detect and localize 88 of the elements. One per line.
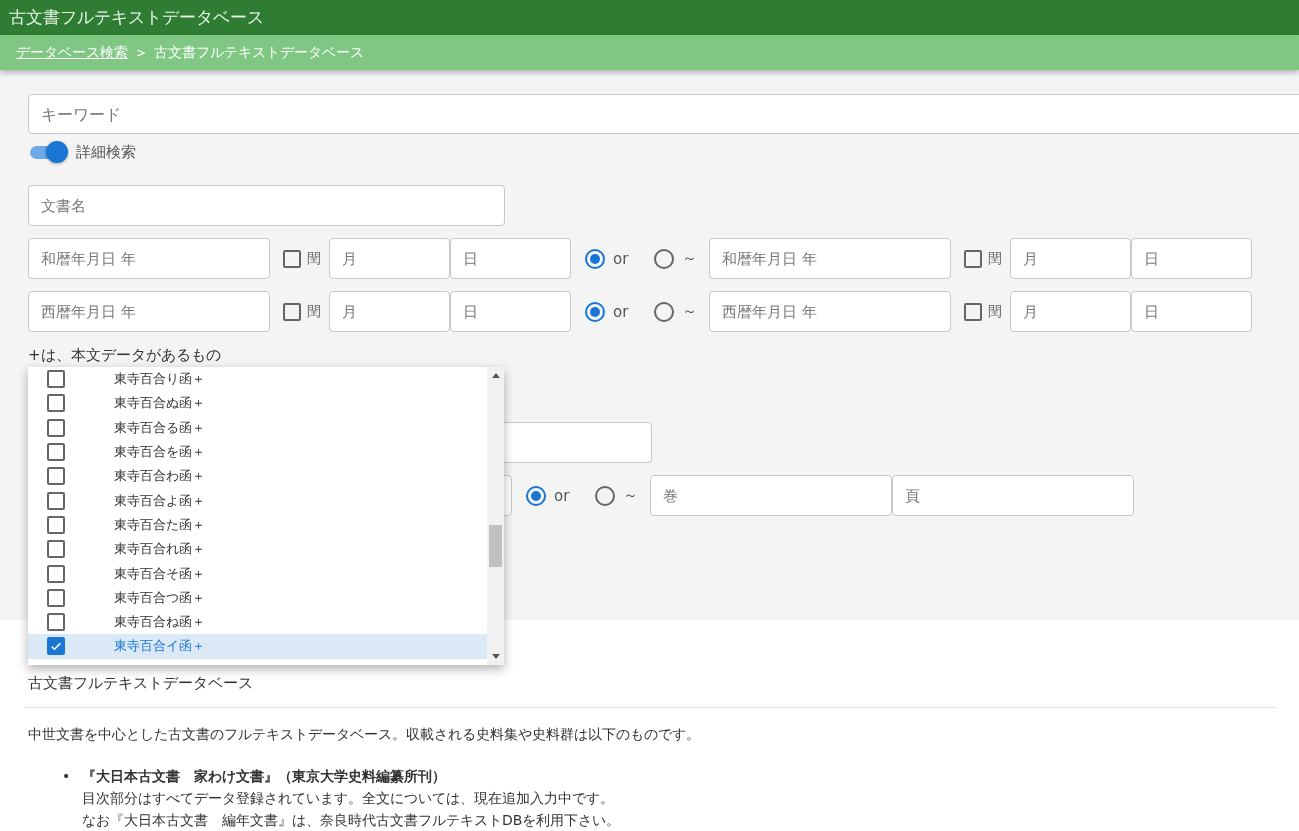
radio-button[interactable] [595, 485, 616, 506]
document-name-field[interactable]: 文書名 [28, 185, 505, 226]
section-heading: 古文書フルテキストデータベース [28, 674, 254, 694]
radio-button[interactable] [585, 248, 605, 269]
checkbox[interactable] [47, 443, 65, 462]
item-label: 東寺百合よ函＋ [114, 491, 205, 510]
checkbox[interactable] [47, 467, 65, 486]
dropdown-item[interactable]: 東寺百合る函＋ [28, 415, 487, 440]
month-field[interactable]: 月 [1010, 291, 1132, 332]
item-label: 東寺百合わ函＋ [114, 467, 205, 486]
checkbox[interactable] [47, 491, 65, 510]
source-description: なお『大日本古文書 編年文書』は、奈良時代古文書フルテキストDBを利用下さい。 [82, 812, 622, 830]
breadcrumb-current: 古文書フルテキストデータベース [154, 43, 365, 62]
scroll-up-icon[interactable] [491, 373, 500, 378]
year-field[interactable]: 西暦年月日 年 [28, 291, 270, 332]
radio-button[interactable] [654, 248, 675, 269]
dropdown-item[interactable]: 東寺百合を函＋ [28, 439, 487, 465]
keyword-field[interactable]: キーワード [28, 94, 1299, 134]
source-description: 目次部分はすべてデータ登録されています。全文については、現在追加入力中です。 [82, 790, 615, 808]
radio-button[interactable] [585, 301, 605, 322]
page-field[interactable]: 頁 [892, 475, 1135, 516]
volume-field[interactable]: 巻 [650, 475, 893, 516]
dropdown-item[interactable]: 東寺百合そ函＋ [28, 561, 487, 586]
checkbox[interactable] [47, 515, 65, 534]
toggle-switch[interactable] [28, 141, 68, 163]
checkbox[interactable] [47, 394, 65, 413]
radio-label: or [613, 249, 629, 268]
scroll-down-icon[interactable] [491, 654, 500, 659]
checkbox[interactable] [47, 637, 65, 656]
checkbox[interactable] [283, 249, 301, 268]
checkbox[interactable] [47, 540, 65, 559]
checkbox[interactable] [47, 613, 65, 632]
scrollbar[interactable] [487, 367, 504, 665]
leap-label: 閏 [988, 249, 1003, 268]
item-label: 東寺百合を函＋ [114, 443, 205, 462]
radio-label: or [554, 486, 570, 505]
item-label: 東寺百合つ函＋ [114, 588, 205, 607]
item-label: 東寺百合そ函＋ [114, 564, 205, 583]
item-label: 東寺百合ぬ函＋ [114, 394, 205, 413]
dropdown-item[interactable]: 東寺百合ね函＋ [28, 609, 487, 635]
checkbox[interactable] [964, 249, 983, 268]
checkbox[interactable] [47, 564, 65, 583]
year-field[interactable]: 西暦年月日 年 [709, 291, 952, 332]
day-field[interactable]: 日 [450, 291, 571, 332]
leap-label: 閏 [307, 302, 321, 321]
app-title: 古文書フルテキストデータベース [9, 6, 264, 29]
dropdown-item[interactable]: 東寺百合れ函＋ [28, 537, 487, 562]
scrollbar-thumb[interactable] [489, 525, 502, 567]
source-title: 『大日本古文書 家わけ文書』（東京大学史料編纂所刊） [82, 768, 447, 786]
checkbox[interactable] [47, 588, 65, 607]
note-text: +は、本文データがあるもの [28, 346, 222, 366]
radio-button[interactable] [526, 485, 546, 506]
radio-label: ～ [623, 486, 639, 505]
dropdown-item[interactable]: 東寺百合た函＋ [28, 512, 487, 538]
item-label: 東寺百合り函＋ [114, 370, 205, 389]
radio-label: ～ [682, 302, 698, 321]
item-label: 東寺百合れ函＋ [114, 540, 205, 559]
checkbox[interactable] [964, 302, 983, 321]
day-field[interactable]: 日 [450, 238, 571, 279]
checkbox[interactable] [47, 370, 65, 389]
dropdown-item[interactable]: 東寺百合ぬ函＋ [28, 391, 487, 416]
radio-button[interactable] [654, 301, 675, 322]
checkbox[interactable] [47, 418, 65, 437]
intro-text: 中世文書を中心とした古文書のフルテキストデータベース。収載される史料集や史料群は以下のものです。 [28, 726, 701, 744]
radio-label: or [613, 302, 629, 321]
dropdown-item[interactable]: 東寺百合イ函＋ [28, 634, 487, 659]
item-label: 東寺百合る函＋ [114, 418, 205, 437]
item-label: 東寺百合た函＋ [114, 515, 205, 534]
dropdown-item[interactable]: 東寺百合よ函＋ [28, 488, 487, 513]
year-field[interactable]: 和暦年月日 年 [28, 238, 270, 279]
leap-label: 閏 [988, 302, 1003, 321]
breadcrumb-separator: > [136, 45, 147, 60]
day-field[interactable]: 日 [1131, 291, 1253, 332]
item-label: 東寺百合ね函＋ [114, 613, 205, 632]
bullet: • [62, 768, 71, 784]
leap-label: 閏 [307, 249, 321, 268]
month-field[interactable]: 月 [329, 238, 450, 279]
year-field[interactable]: 和暦年月日 年 [709, 238, 952, 279]
item-label: 東寺百合イ函＋ [114, 637, 205, 656]
day-field[interactable]: 日 [1131, 238, 1253, 279]
checkbox[interactable] [283, 302, 301, 321]
dropdown-item[interactable]: 東寺百合つ函＋ [28, 585, 487, 610]
dropdown-item[interactable]: 東寺百合り函＋ [28, 367, 487, 392]
toggle-label: 詳細検索 [76, 142, 136, 162]
month-field[interactable]: 月 [329, 291, 450, 332]
dropdown-item[interactable]: 東寺百合わ函＋ [28, 464, 487, 489]
month-field[interactable]: 月 [1010, 238, 1132, 279]
radio-label: ～ [682, 249, 698, 268]
